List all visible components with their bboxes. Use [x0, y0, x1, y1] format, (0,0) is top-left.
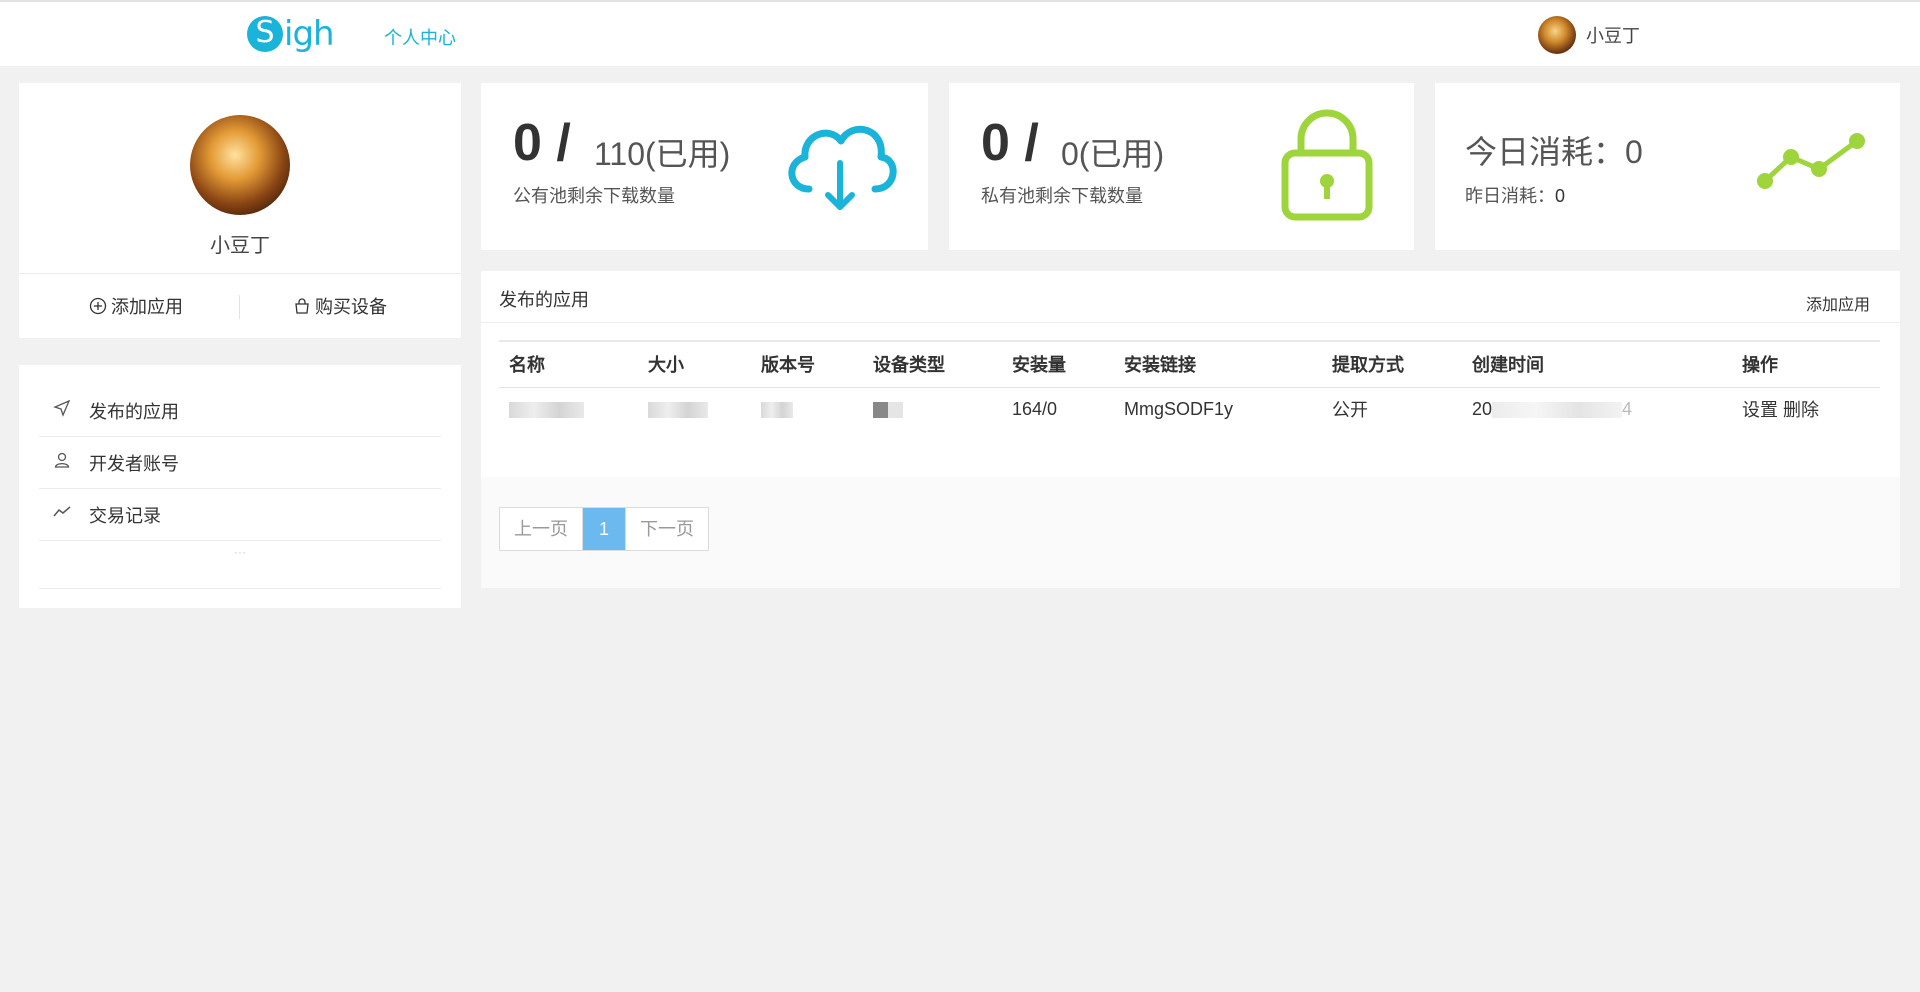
send-icon	[53, 399, 89, 422]
table-row: 164/0 MmgSODF1y 公开 20 4 设置 删除	[499, 387, 1880, 431]
divider	[481, 322, 1900, 323]
col-created: 创建时间	[1462, 340, 1732, 388]
shopping-bag-icon	[295, 298, 309, 314]
yesterday-value: 0	[1555, 186, 1566, 206]
prev-page-button[interactable]: 上一页	[500, 508, 583, 550]
add-app-label: 添加应用	[111, 297, 183, 317]
col-name: 名称	[499, 340, 638, 388]
profile-avatar	[190, 115, 290, 215]
lock-icon	[1281, 109, 1373, 221]
menu-item-published-apps[interactable]: 发布的应用	[39, 385, 441, 437]
delete-link[interactable]: 删除	[1783, 400, 1819, 420]
cell-method: 公开	[1332, 400, 1368, 421]
line-chart-icon	[1757, 133, 1865, 189]
pagination: 上一页 1 下一页	[499, 507, 709, 551]
more-indicator: ···	[234, 545, 246, 559]
cell-version	[751, 387, 863, 431]
stat-consumption: 今日消耗：0 昨日消耗：0	[1435, 83, 1900, 250]
settings-link[interactable]: 设置	[1742, 400, 1778, 420]
col-method: 提取方式	[1322, 340, 1462, 388]
username: 小豆丁	[1586, 26, 1640, 46]
cell-install-link[interactable]: MmgSODF1y	[1114, 387, 1322, 431]
logo-text: igh	[284, 14, 335, 54]
menu-item-transactions[interactable]: 交易记录	[39, 489, 441, 541]
created-suffix: 4	[1622, 398, 1633, 419]
panel-title: 发布的应用	[499, 290, 589, 310]
divider	[239, 295, 240, 319]
page-1-button[interactable]: 1	[583, 508, 625, 550]
nav-personal-center[interactable]: 个人中心	[384, 24, 456, 50]
col-size: 大小	[638, 340, 751, 388]
side-menu: 发布的应用 开发者账号 交易记录 ···	[19, 365, 461, 608]
user-menu[interactable]: 小豆丁	[1538, 16, 1640, 54]
plus-circle-icon	[89, 297, 107, 315]
buy-device-button[interactable]: 购买设备	[293, 293, 387, 319]
cell-name	[499, 387, 638, 431]
avatar	[1538, 16, 1576, 54]
private-label: 私有池剩余下载数量	[981, 186, 1143, 206]
profile-name: 小豆丁	[210, 235, 270, 257]
public-remaining: 0 /	[513, 114, 571, 172]
logo[interactable]: S igh	[247, 12, 335, 56]
redacted-text	[509, 402, 584, 418]
cell-installs: 164/0	[1012, 398, 1058, 419]
buy-device-label: 购买设备	[315, 297, 387, 317]
cell-actions: 设置 删除	[1732, 387, 1880, 431]
col-actions: 操作	[1732, 340, 1880, 388]
logo-mark: S	[247, 16, 283, 52]
redacted-text	[1492, 402, 1623, 418]
top-bar: S igh 个人中心 小豆丁	[0, 0, 1920, 66]
private-used: 0(已用)	[1061, 136, 1165, 172]
created-prefix: 20	[1472, 398, 1493, 419]
menu-item-label: 发布的应用	[89, 401, 179, 422]
trend-icon	[53, 503, 89, 526]
cloud-download-icon	[788, 125, 897, 210]
public-label: 公有池剩余下载数量	[513, 186, 675, 206]
menu-item-developer-account[interactable]: 开发者账号	[39, 437, 441, 489]
cell-size	[638, 387, 751, 431]
cell-device-type	[863, 387, 1002, 431]
redacted-text	[873, 402, 903, 418]
user-icon	[53, 451, 89, 474]
yesterday-consumption: 昨日消耗：0	[1465, 182, 1565, 208]
add-app-link[interactable]: 添加应用	[1806, 291, 1870, 315]
profile-actions: 添加应用 购买设备	[19, 293, 461, 323]
stat-public-pool: 0 / 110(已用) 公有池剩余下载数量	[481, 83, 928, 250]
yesterday-label: 昨日消耗：	[1465, 186, 1555, 206]
cell-created: 20 4	[1462, 387, 1732, 431]
apps-table: 名称 大小 版本号 设备类型 安装量 安装链接 提取方式 创建时间 操作 164…	[499, 340, 1880, 431]
add-app-button[interactable]: 添加应用	[89, 293, 183, 319]
divider	[39, 588, 441, 589]
col-version: 版本号	[751, 340, 863, 388]
divider	[19, 273, 461, 274]
col-installs: 安装量	[1002, 340, 1114, 388]
private-remaining: 0 /	[981, 114, 1039, 172]
today-consumption: 今日消耗：0	[1465, 134, 1643, 170]
menu-item-label: 开发者账号	[89, 453, 179, 474]
menu-item-label: 交易记录	[89, 505, 161, 526]
published-apps-panel: 发布的应用 添加应用 名称 大小 版本号 设备类型 安装量 安装链接 提取方式 …	[481, 271, 1900, 588]
col-install-link: 安装链接	[1114, 340, 1322, 388]
stat-private-pool: 0 / 0(已用) 私有池剩余下载数量	[949, 83, 1414, 250]
table-header-row: 名称 大小 版本号 设备类型 安装量 安装链接 提取方式 创建时间 操作	[499, 340, 1880, 388]
redacted-text	[648, 402, 708, 418]
redacted-text	[761, 402, 793, 418]
next-page-button[interactable]: 下一页	[625, 508, 708, 550]
public-used: 110(已用)	[594, 136, 731, 172]
profile-card: 小豆丁 添加应用 购买设备	[19, 83, 461, 338]
col-device-type: 设备类型	[863, 340, 1002, 388]
